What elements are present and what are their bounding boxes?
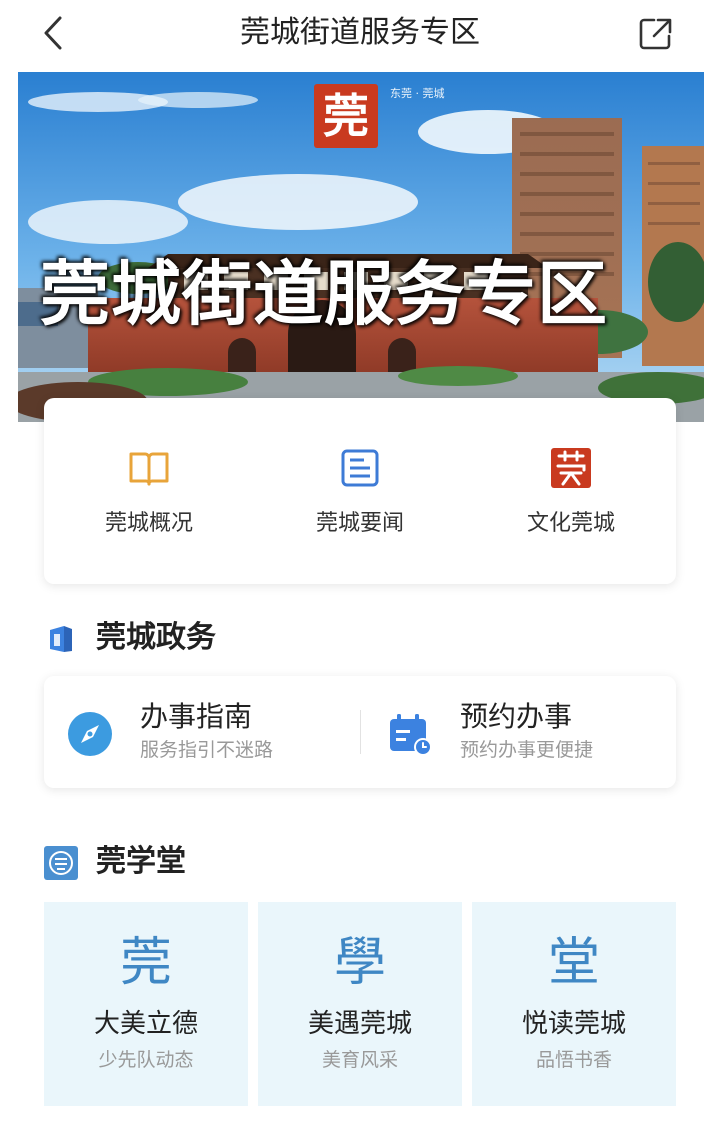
gov-services-card: 办事指南 服务指引不迷路 预约办事 预约办事更便捷 xyxy=(44,676,676,788)
section-title: 莞城政务 xyxy=(96,620,216,655)
banner-seal-logo: 莞 xyxy=(314,84,378,148)
learn-card-dameilide[interactable]: 莞 大美立德 少先队动态 xyxy=(44,902,248,1106)
top-nav-bar: 莞城街道服务专区 xyxy=(0,0,720,66)
learn-card-subtitle: 美育风采 xyxy=(321,1049,398,1071)
learn-card-glyph: 學 xyxy=(333,933,386,993)
section-header-learn: 莞学堂 xyxy=(44,840,344,884)
service-title: 预约办事 xyxy=(460,700,573,733)
hero-banner[interactable]: 莞 东莞 · 莞城 莞城街道服务专区 xyxy=(18,72,704,422)
quick-menu-card: 莞城概况 莞城要闻 文化莞城 xyxy=(44,398,676,584)
calendar-clock-icon xyxy=(390,714,432,756)
banner-seal-caption: 东莞 · 莞城 xyxy=(390,87,445,100)
service-subtitle: 预约办事更便捷 xyxy=(460,739,594,761)
section-header-gov: 莞城政务 xyxy=(44,616,344,660)
news-icon xyxy=(341,449,379,487)
divider xyxy=(360,710,361,754)
learn-card-subtitle: 少先队动态 xyxy=(98,1049,194,1071)
learn-card-title: 大美立德 xyxy=(93,1009,198,1039)
learn-card-title: 美遇莞城 xyxy=(307,1009,412,1039)
seal-badge-icon xyxy=(44,846,78,880)
learn-card-title: 悦读莞城 xyxy=(521,1009,626,1039)
quick-item-label: 莞城概况 xyxy=(104,511,193,536)
learn-card-yuedu[interactable]: 堂 悦读莞城 品悟书香 xyxy=(472,902,676,1106)
share-button[interactable] xyxy=(634,12,678,54)
page-title: 莞城街道服务专区 xyxy=(240,15,480,50)
learn-card-glyph: 堂 xyxy=(547,933,600,993)
service-title: 办事指南 xyxy=(140,700,253,733)
quick-item-culture[interactable]: 文化莞城 xyxy=(466,398,676,584)
learn-card-subtitle: 品悟书香 xyxy=(535,1049,612,1071)
guan-seal-icon xyxy=(551,448,591,488)
section-title: 莞学堂 xyxy=(96,844,186,879)
quick-item-label: 文化莞城 xyxy=(526,511,615,536)
government-icon xyxy=(50,626,72,652)
appointment-item[interactable]: 预约办事 预约办事更便捷 xyxy=(364,676,664,788)
quick-item-news[interactable]: 莞城要闻 xyxy=(255,398,465,584)
quick-item-overview[interactable]: 莞城概况 xyxy=(44,398,254,584)
learn-card-glyph: 莞 xyxy=(119,933,172,993)
book-icon xyxy=(129,452,169,486)
compass-icon xyxy=(68,712,112,756)
share-external-icon xyxy=(639,18,672,50)
banner-title: 莞城街道服务专区 xyxy=(40,253,608,335)
quick-item-label: 莞城要闻 xyxy=(315,511,404,536)
learn-card-meiyu[interactable]: 學 美遇莞城 美育风采 xyxy=(258,902,462,1106)
service-guide-item[interactable]: 办事指南 服务指引不迷路 xyxy=(44,676,344,788)
service-subtitle: 服务指引不迷路 xyxy=(140,739,274,761)
